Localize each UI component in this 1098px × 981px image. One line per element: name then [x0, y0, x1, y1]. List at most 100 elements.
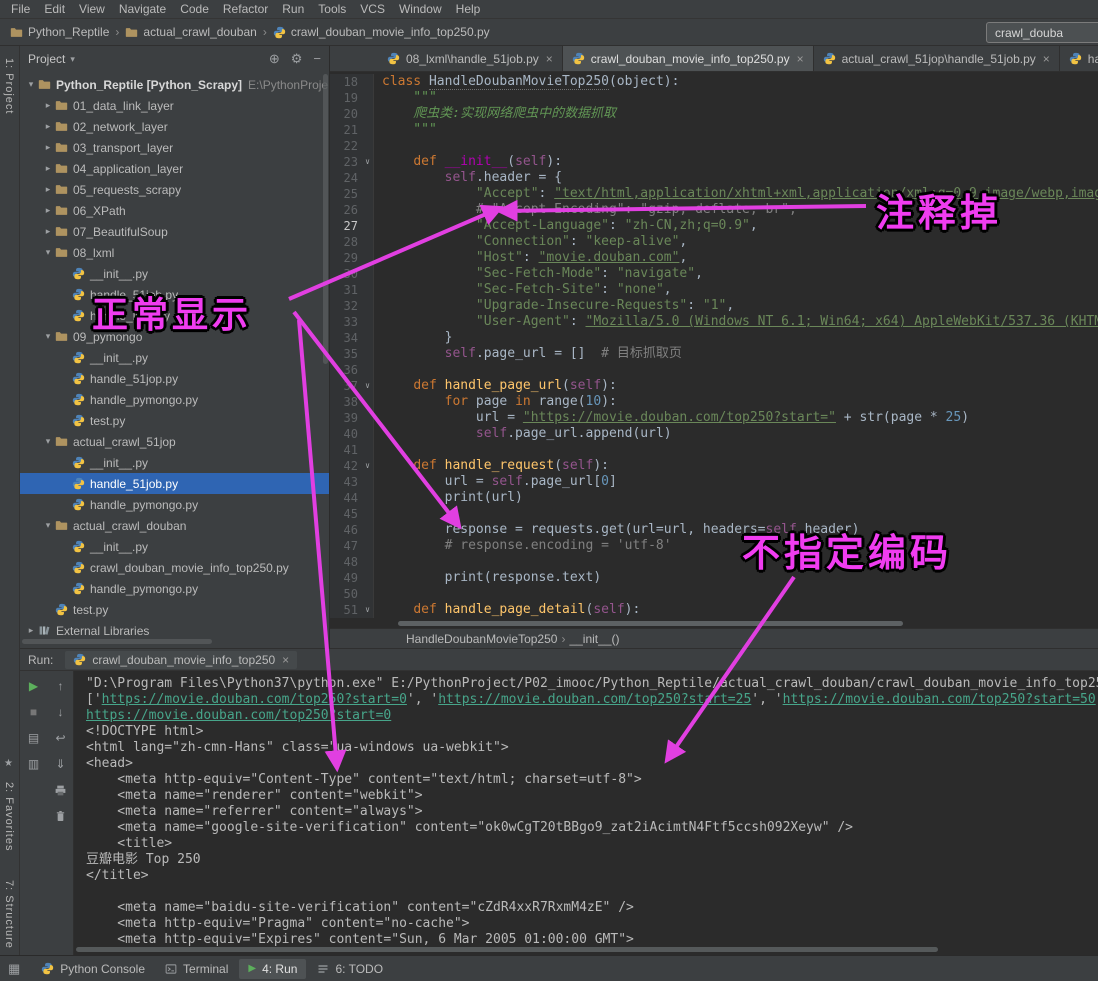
editor-tab[interactable]: 08_lxml\handle_51job.py ×: [378, 46, 563, 71]
pin-button[interactable]: ▥: [26, 756, 42, 772]
up-stack-button[interactable]: ↑: [53, 678, 69, 694]
statusbar-item-6-todo[interactable]: 6: TODO: [308, 959, 392, 979]
tree-item-folder[interactable]: ▸ 01_data_link_layer: [20, 95, 329, 116]
clear-button[interactable]: [53, 808, 69, 824]
close-icon[interactable]: ×: [797, 52, 804, 66]
run-tab[interactable]: crawl_douban_movie_info_top250 ×: [65, 650, 298, 669]
tree-item-file[interactable]: __init__.py: [20, 263, 329, 284]
console-link[interactable]: https://movie.douban.com/top250?start=0: [86, 708, 391, 723]
tree-item-file[interactable]: __init__.py: [20, 536, 329, 557]
chevron-down-icon[interactable]: ▾: [41, 331, 55, 342]
tree-item-folder[interactable]: ▾ actual_crawl_51jop: [20, 431, 329, 452]
tree-item-folder[interactable]: ▾ 08_lxml: [20, 242, 329, 263]
statusbar-item-terminal[interactable]: Terminal: [156, 959, 237, 979]
tree-item-file[interactable]: handle_lxml.py: [20, 305, 329, 326]
chevron-down-icon[interactable]: ▾: [41, 247, 55, 258]
menu-item-view[interactable]: View: [72, 1, 112, 17]
run-configuration-box[interactable]: crawl_douba: [986, 22, 1098, 43]
tree-item-folder[interactable]: ▾ Python_Reptile [Python_Scrapy] E:\Python…: [20, 74, 329, 95]
stop-button[interactable]: ■: [26, 704, 42, 720]
console-link[interactable]: https://movie.douban.com/top250?start=0: [102, 692, 407, 707]
tree-item-file[interactable]: handle_pymongo.py: [20, 494, 329, 515]
editor-breadcrumb-item[interactable]: HandleDoubanMovieTop250: [406, 632, 557, 646]
tree-item-folder[interactable]: ▸ 06_XPath: [20, 200, 329, 221]
tree-item-folder[interactable]: ▸ 07_BeautifulSoup: [20, 221, 329, 242]
menu-item-refactor[interactable]: Refactor: [216, 1, 275, 17]
menu-item-tools[interactable]: Tools: [311, 1, 353, 17]
chevron-right-icon[interactable]: ▸: [41, 184, 55, 195]
tree-item-file[interactable]: handle_51job.py: [20, 473, 329, 494]
menu-item-help[interactable]: Help: [449, 1, 488, 17]
tree-item-file[interactable]: handle_pymongo.py: [20, 389, 329, 410]
restore-layout-button[interactable]: ▤: [26, 730, 42, 746]
tool-window-button-structure[interactable]: 7: Structure: [3, 880, 15, 949]
chevron-down-icon[interactable]: ▾: [24, 79, 38, 90]
statusbar-item-python-console[interactable]: Python Console: [32, 959, 154, 979]
tree-item-folder[interactable]: ▾ 09_pymongo: [20, 326, 329, 347]
close-icon[interactable]: ×: [1043, 52, 1050, 66]
tree-item-file[interactable]: crawl_douban_movie_info_top250.py: [20, 557, 329, 578]
soft-wrap-button[interactable]: ↩: [53, 730, 69, 746]
menu-item-vcs[interactable]: VCS: [353, 1, 392, 17]
breadcrumb-item[interactable]: Python_Reptile: [10, 25, 109, 39]
menu-item-code[interactable]: Code: [173, 1, 216, 17]
locate-file-icon[interactable]: ⊕: [269, 51, 280, 67]
rerun-button[interactable]: ▶: [26, 678, 42, 694]
statusbar-item-4-run[interactable]: ▶ 4: Run: [239, 958, 307, 979]
tree-item-file[interactable]: test.py: [20, 410, 329, 431]
chevron-right-icon[interactable]: ▸: [41, 142, 55, 153]
menu-item-run[interactable]: Run: [275, 1, 311, 17]
chevron-down-icon[interactable]: ▾: [41, 520, 55, 531]
tree-item-folder[interactable]: ▸ 03_transport_layer: [20, 137, 329, 158]
chevron-right-icon[interactable]: ▸: [41, 100, 55, 111]
tree-item-file[interactable]: handle_51job.py: [20, 284, 329, 305]
chevron-right-icon[interactable]: ▸: [41, 121, 55, 132]
chevron-right-icon[interactable]: ▸: [24, 625, 38, 636]
menu-item-navigate[interactable]: Navigate: [112, 1, 173, 17]
chevron-right-icon[interactable]: ▸: [41, 163, 55, 174]
tree-item-folder[interactable]: ▸ 04_application_layer: [20, 158, 329, 179]
console-output[interactable]: "D:\Program Files\Python37\python.exe" E…: [74, 671, 1098, 955]
tree-item-file[interactable]: __init__.py: [20, 347, 329, 368]
fold-icon[interactable]: ∨: [362, 154, 374, 170]
breadcrumb-item[interactable]: actual_crawl_douban: [125, 25, 257, 39]
tree-item-folder[interactable]: ▸ 05_requests_scrapy: [20, 179, 329, 200]
console-link[interactable]: https://movie.douban.com/top250?start=25: [438, 692, 751, 707]
editor-breadcrumb-item[interactable]: __init__(): [569, 632, 619, 646]
tool-window-switcher-icon[interactable]: ▦: [8, 961, 20, 977]
tree-item-file[interactable]: handle_pymongo.py: [20, 578, 329, 599]
tree-item-folder[interactable]: ▸ 02_network_layer: [20, 116, 329, 137]
scroll-to-end-button[interactable]: ⇓: [53, 756, 69, 772]
fold-icon[interactable]: ∨: [362, 602, 374, 618]
editor-tab[interactable]: hand×: [1060, 46, 1098, 71]
close-icon[interactable]: ×: [282, 653, 289, 667]
menu-item-edit[interactable]: Edit: [37, 1, 72, 17]
console-scrollbar-thumb[interactable]: [76, 947, 938, 952]
code-editor[interactable]: 18 class HandleDoubanMovieTop250(object):…: [330, 72, 1098, 620]
menu-item-window[interactable]: Window: [392, 1, 449, 17]
menu-item-file[interactable]: File: [4, 1, 37, 17]
tree-item-file[interactable]: test.py: [20, 599, 329, 620]
tree-item-file[interactable]: ▸ External Libraries: [20, 620, 329, 641]
fold-icon[interactable]: ∨: [362, 378, 374, 394]
project-view-selector[interactable]: Project ▾: [28, 52, 75, 66]
chevron-right-icon[interactable]: ▸: [41, 226, 55, 237]
tree-item-folder[interactable]: ▾ actual_crawl_douban: [20, 515, 329, 536]
chevron-right-icon[interactable]: ▸: [41, 205, 55, 216]
tool-window-button-favorites[interactable]: 2: Favorites: [3, 782, 15, 851]
editor-tab[interactable]: crawl_douban_movie_info_top250.py ×: [562, 46, 814, 71]
collapse-panel-icon[interactable]: −: [313, 51, 321, 67]
project-scrollbar-horizontal[interactable]: [22, 639, 212, 644]
chevron-down-icon[interactable]: ▾: [41, 436, 55, 447]
breadcrumb-item[interactable]: crawl_douban_movie_info_top250.py: [273, 25, 490, 39]
project-scrollbar-vertical[interactable]: [323, 74, 328, 364]
close-icon[interactable]: ×: [546, 52, 553, 66]
tree-item-file[interactable]: __init__.py: [20, 452, 329, 473]
tool-window-button-project[interactable]: 1: Project: [3, 58, 15, 114]
down-stack-button[interactable]: ↓: [53, 704, 69, 720]
console-link[interactable]: https://movie.douban.com/top250?start=50: [783, 692, 1096, 707]
editor-scrollbar-thumb[interactable]: [398, 621, 903, 626]
tree-item-file[interactable]: handle_51jop.py: [20, 368, 329, 389]
gear-icon[interactable]: ⚙: [291, 51, 303, 67]
print-button[interactable]: [53, 782, 69, 798]
